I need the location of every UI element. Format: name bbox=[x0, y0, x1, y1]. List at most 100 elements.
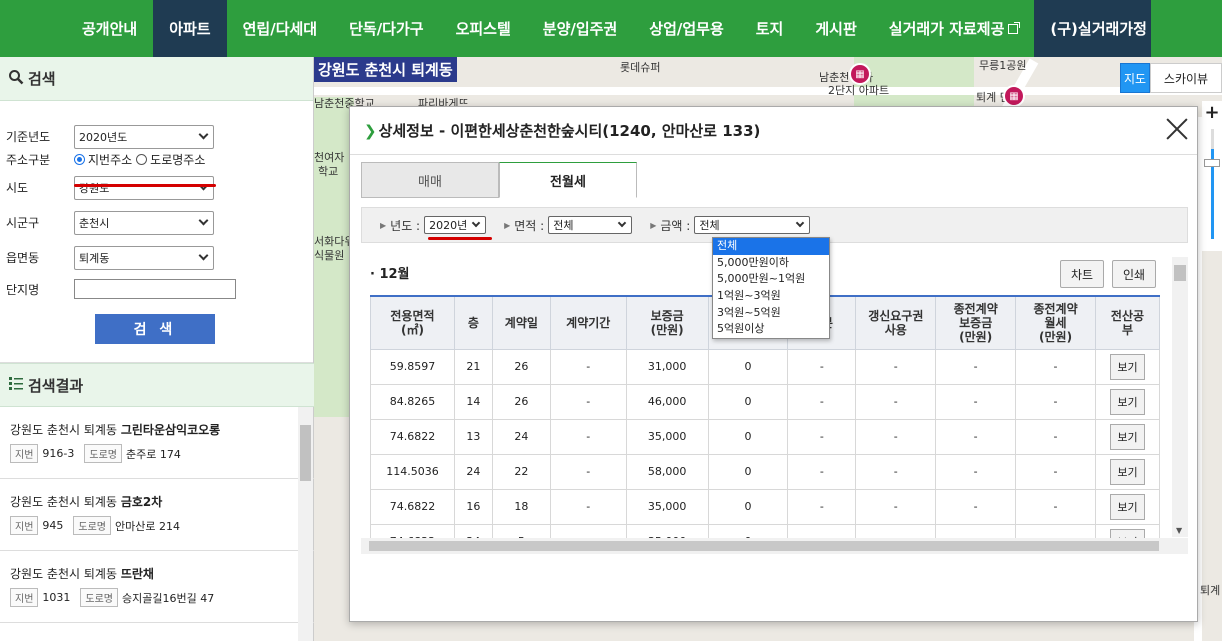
apartment-marker-icon[interactable]: ▦ bbox=[1003, 85, 1025, 107]
radio-checked-icon bbox=[74, 153, 85, 165]
results-panel-title: 검색결과 bbox=[28, 376, 84, 395]
tab-sale[interactable]: 매매 bbox=[361, 162, 499, 198]
complex-name-input[interactable] bbox=[74, 279, 236, 299]
print-button[interactable]: 인쇄 bbox=[1112, 260, 1156, 288]
price-filter-select[interactable]: 전체 bbox=[694, 216, 811, 234]
nav-item-data-provide[interactable]: 실거래가 자료제공 bbox=[873, 0, 1035, 57]
zoom-in-icon[interactable]: + bbox=[1202, 101, 1222, 125]
table-cell: 35,000 bbox=[625, 418, 709, 455]
nav-item-officetel[interactable]: 오피스텔 bbox=[440, 0, 527, 57]
view-record-button[interactable]: 보기 bbox=[1110, 528, 1145, 538]
area-filter-select[interactable]: 전체 bbox=[548, 216, 633, 234]
table-cell: - bbox=[549, 453, 627, 490]
list-icon bbox=[8, 375, 24, 395]
nav-item-detached[interactable]: 단독/다가구 bbox=[333, 0, 439, 57]
view-record-button[interactable]: 보기 bbox=[1110, 493, 1145, 520]
chevron-down-icon bbox=[198, 215, 209, 226]
result-region: 강원도 춘천시 퇴계동 bbox=[10, 423, 117, 437]
nav-item-presale[interactable]: 분양/입주권 bbox=[527, 0, 633, 57]
highlight-underline bbox=[428, 237, 492, 240]
modal-header: ❯ 상세정보 - 이편한세상춘천한숲시티(1240, 안마산로 133) bbox=[350, 107, 1197, 155]
table-cell: 59.8597 bbox=[370, 348, 455, 385]
nav-item-land[interactable]: 토지 bbox=[740, 0, 800, 57]
radio-road[interactable]: 도로명주소 bbox=[136, 151, 205, 168]
table-cell: - bbox=[1015, 453, 1096, 490]
table-row: 74.6822 16 18-35,000 0- - - - 보기 bbox=[370, 488, 1160, 525]
list-item[interactable]: 강원도 춘천시 퇴계동 뜨란채 지번 1031 도로명 승지골길16번길 47 bbox=[0, 551, 314, 623]
modal-title: 상세정보 - 이편한세상춘천한숲시티(1240, 안마산로 133) bbox=[378, 122, 761, 140]
table-horizontal-scrollbar[interactable] bbox=[361, 538, 1188, 554]
radio-jibun[interactable]: 지번주소 bbox=[74, 151, 132, 168]
table-cell: 84.8265 bbox=[370, 383, 455, 420]
view-record-button[interactable]: 보기 bbox=[1110, 388, 1145, 415]
table-vertical-scrollbar[interactable]: ▼ bbox=[1172, 257, 1188, 537]
sigungu-select[interactable]: 춘천시 bbox=[74, 210, 214, 235]
table-cell: 74.6822 bbox=[370, 488, 455, 525]
list-item[interactable]: 강원도 춘천시 퇴계동 금호2차 지번 945 도로명 안마산로 214 bbox=[0, 479, 314, 551]
year-filter-select[interactable]: 2020년 bbox=[424, 216, 487, 234]
view-record-button[interactable]: 보기 bbox=[1110, 423, 1145, 450]
dropdown-option[interactable]: 전체 bbox=[713, 238, 829, 255]
scrollbar-thumb[interactable] bbox=[1174, 265, 1186, 281]
zoom-handle[interactable] bbox=[1204, 159, 1220, 167]
table-cell: 31,000 bbox=[625, 348, 709, 385]
dropdown-option[interactable]: 3억원~5억원 bbox=[713, 305, 829, 322]
table-cell: - bbox=[549, 383, 627, 420]
column-header: 계약일 bbox=[491, 295, 551, 350]
dong-select[interactable]: 퇴계동 bbox=[74, 245, 214, 270]
table-cell: - bbox=[787, 488, 857, 525]
result-name: 뜨란채 bbox=[120, 567, 154, 581]
nav-item-commercial[interactable]: 상업/업무용 bbox=[633, 0, 739, 57]
scrollbar-thumb[interactable] bbox=[300, 425, 311, 481]
jibun-tag: 지번 bbox=[10, 588, 39, 607]
table-cell: - bbox=[935, 383, 1017, 420]
search-panel-header: 검색 bbox=[0, 57, 313, 101]
external-link-icon bbox=[1008, 21, 1021, 34]
column-header: 전산공 부 bbox=[1094, 295, 1160, 350]
radio-jibun-label: 지번주소 bbox=[88, 152, 133, 167]
table-cell: 0 bbox=[707, 418, 789, 455]
chart-button[interactable]: 차트 bbox=[1060, 260, 1104, 288]
table-cell: 0 bbox=[707, 523, 789, 538]
nav-item-old-site[interactable]: (구)실거래가정 bbox=[1034, 0, 1151, 57]
results-scrollbar[interactable] bbox=[298, 407, 313, 641]
nav-item-apartment[interactable]: 아파트 bbox=[153, 0, 227, 57]
nav-item-notice[interactable]: 공개안내 bbox=[66, 0, 153, 57]
table-row: 74.6822245-35,0000----보기 bbox=[370, 523, 1160, 538]
year-select[interactable]: 2020년도 bbox=[74, 124, 214, 149]
nav-item-rowhouse[interactable]: 연립/다세대 bbox=[227, 0, 333, 57]
year-filter-value: 2020년 bbox=[429, 219, 468, 232]
table-cell: - bbox=[549, 488, 627, 525]
chevron-down-icon bbox=[198, 250, 209, 261]
table-cell: 21 bbox=[453, 348, 493, 385]
scrollbar-thumb[interactable] bbox=[369, 541, 1159, 551]
dropdown-option[interactable]: 5억원이상 bbox=[713, 321, 829, 338]
dropdown-option[interactable]: 5,000만원이하 bbox=[713, 255, 829, 272]
table-row: 114.5036 24 22-58,000 0- - - - 보기 bbox=[370, 453, 1160, 490]
dropdown-option[interactable]: 1억원~3억원 bbox=[713, 288, 829, 305]
list-item[interactable]: 강원도 춘천시 퇴계동 그린타운삼익코오롱 지번 916-3 도로명 춘주로 174 bbox=[0, 407, 314, 479]
map-view-button[interactable]: 지도 bbox=[1120, 63, 1150, 93]
area-filter-value: 전체 bbox=[553, 219, 574, 232]
view-record-button[interactable]: 보기 bbox=[1110, 353, 1145, 380]
tab-rent[interactable]: 전월세 bbox=[499, 162, 637, 198]
apartment-marker-icon[interactable]: ▦ bbox=[849, 63, 871, 85]
results-panel-header: 검색결과 bbox=[0, 363, 314, 407]
map-region-title: 강원도 춘천시 퇴계동 bbox=[314, 57, 457, 82]
skyview-button[interactable]: 스카이뷰 bbox=[1150, 63, 1222, 93]
search-icon bbox=[8, 69, 24, 89]
search-button[interactable]: 검 색 bbox=[95, 314, 215, 344]
complex-row: 단지명 bbox=[6, 275, 313, 303]
zoom-control[interactable]: + bbox=[1202, 101, 1222, 251]
close-icon[interactable] bbox=[1165, 117, 1189, 141]
table-cell: - bbox=[549, 348, 627, 385]
dropdown-option[interactable]: 5,000만원~1억원 bbox=[713, 271, 829, 288]
view-record-button[interactable]: 보기 bbox=[1110, 458, 1145, 485]
price-filter-label: 금액 : bbox=[660, 218, 691, 233]
table-cell: 24 bbox=[491, 418, 551, 455]
sido-select[interactable]: 강원도 bbox=[74, 175, 214, 200]
table-cell: 26 bbox=[491, 383, 551, 420]
scroll-down-arrow-icon[interactable]: ▼ bbox=[1176, 526, 1182, 535]
nav-item-board[interactable]: 게시판 bbox=[799, 0, 872, 57]
table-cell: 보기 bbox=[1094, 348, 1160, 385]
